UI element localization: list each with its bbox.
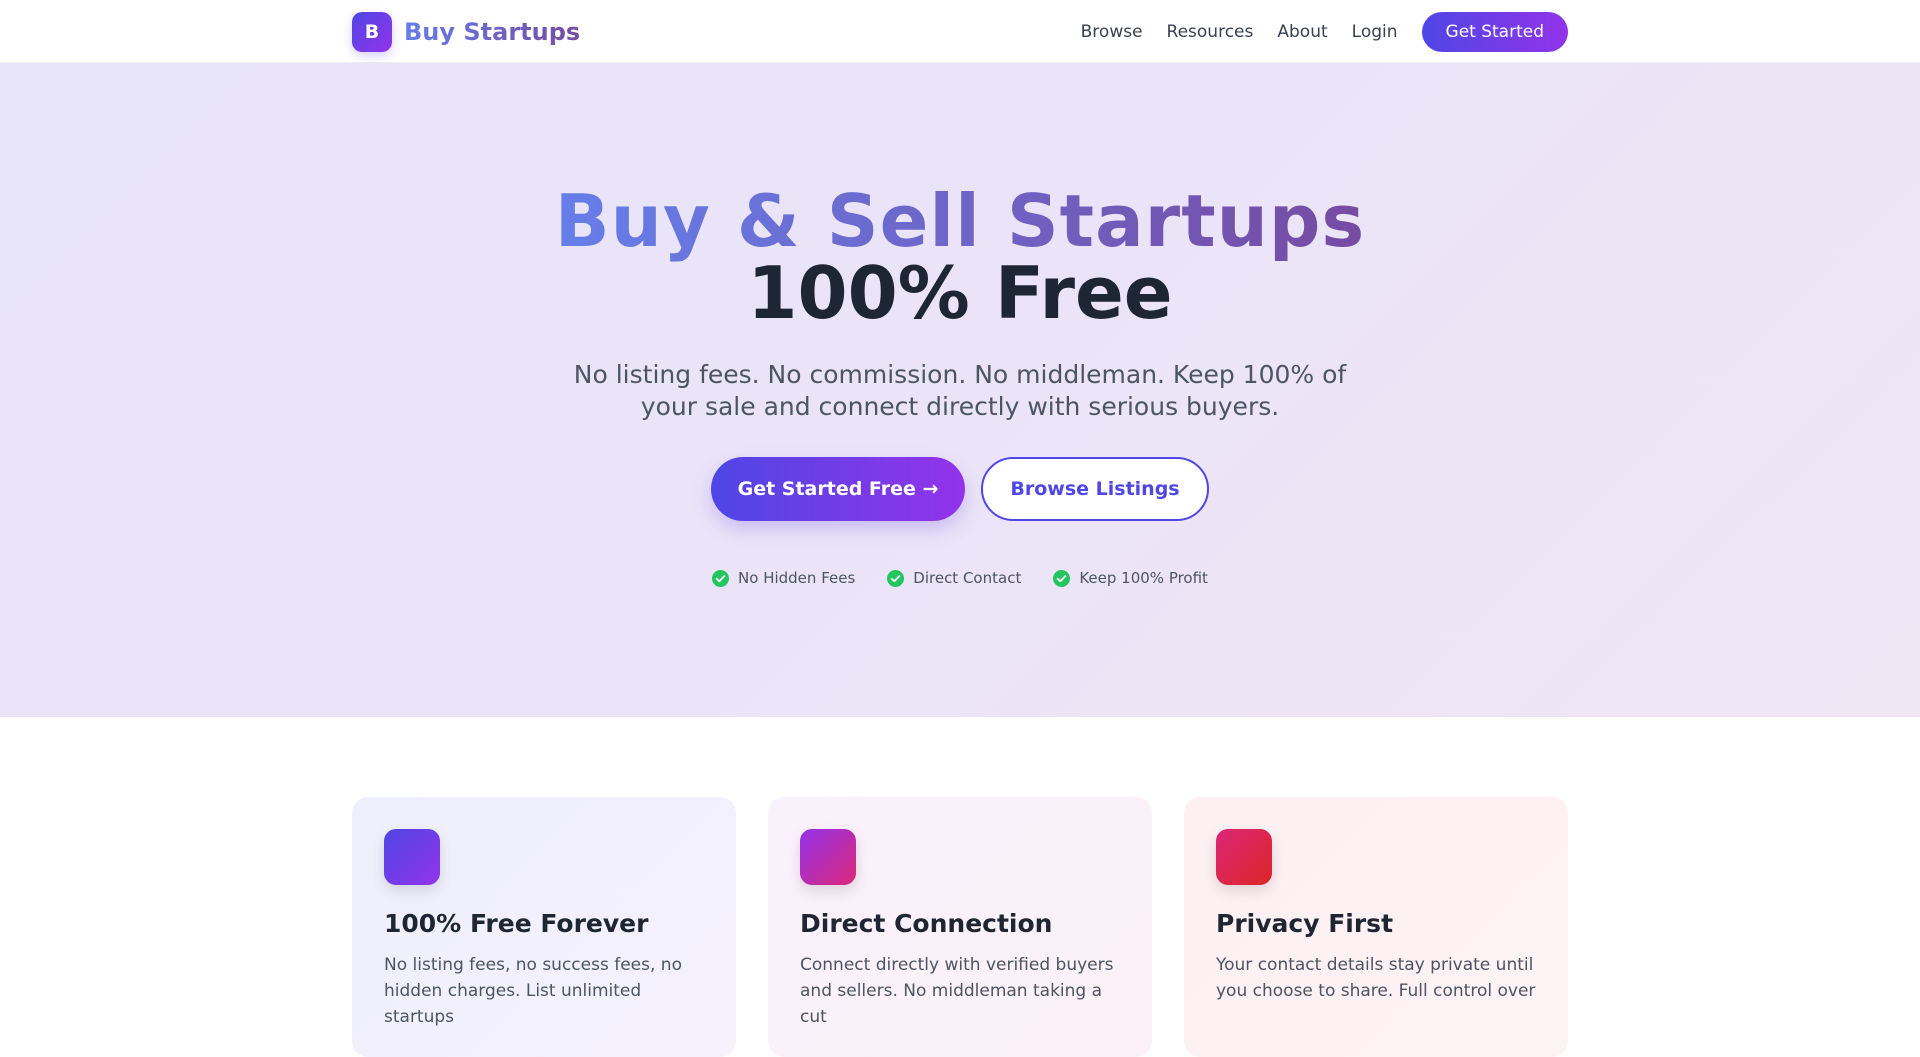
trust-badges: No Hidden Fees Direct Contact Keep 100% … [0,569,1920,587]
top-nav: B Buy Startups Browse Resources About Lo… [0,0,1920,63]
badge-label: Direct Contact [913,569,1022,587]
brand-link[interactable]: B Buy Startups [352,11,581,52]
feature-title: 100% Free Forever [384,909,649,938]
feature-text: No listing fees, no success fees, no hid… [384,955,682,1027]
hero-subtitle: No listing fees. No commission. No middl… [573,360,1347,421]
badge-keep-profit: Keep 100% Profit [1053,569,1208,587]
badge-direct-contact: Direct Contact [887,569,1021,587]
get-started-button[interactable]: Get Started [1421,11,1568,52]
browse-listings-button[interactable]: Browse Listings [981,457,1209,521]
get-started-free-button[interactable]: Get Started Free → [711,457,965,521]
check-circle-icon [1053,569,1071,587]
brand-logo: B [352,11,392,52]
nav-link-resources[interactable]: Resources [1167,22,1254,42]
lock-icon [1216,829,1272,885]
brand-name: Buy Startups [404,17,581,46]
feature-text: Connect directly with verified buyers an… [800,955,1114,1027]
feature-text: Your contact details stay private until … [1216,955,1536,1001]
hero-section: Buy & Sell Startups 100% Free No listing… [0,63,1920,717]
gift-icon [384,829,440,885]
check-circle-icon [887,569,905,587]
nav-link-browse[interactable]: Browse [1081,22,1143,42]
nav-container: B Buy Startups Browse Resources About Lo… [352,0,1568,63]
hero-title: Buy & Sell Startups [0,185,1920,257]
nav-link-about[interactable]: About [1277,22,1327,42]
badge-label: Keep 100% Profit [1079,569,1208,587]
feature-card-direct: Direct Connection Connect directly with … [768,797,1152,1057]
nav-link-login[interactable]: Login [1352,22,1398,42]
feature-card-free: 100% Free Forever No listing fees, no su… [352,797,736,1057]
badge-no-hidden-fees: No Hidden Fees [712,569,855,587]
feature-title: Privacy First [1216,909,1394,938]
hero-buttons: Get Started Free → Browse Listings [0,457,1920,521]
hero-title-line-2: 100% Free [747,251,1173,335]
check-circle-icon [712,569,730,587]
nav-links: Browse Resources About Login Get Started [1081,11,1568,52]
features-section: 100% Free Forever No listing fees, no su… [352,717,1568,1057]
feature-card-privacy: Privacy First Your contact details stay … [1184,797,1568,1057]
feature-title: Direct Connection [800,909,1053,938]
badge-label: No Hidden Fees [738,569,856,587]
handshake-icon [800,829,856,885]
